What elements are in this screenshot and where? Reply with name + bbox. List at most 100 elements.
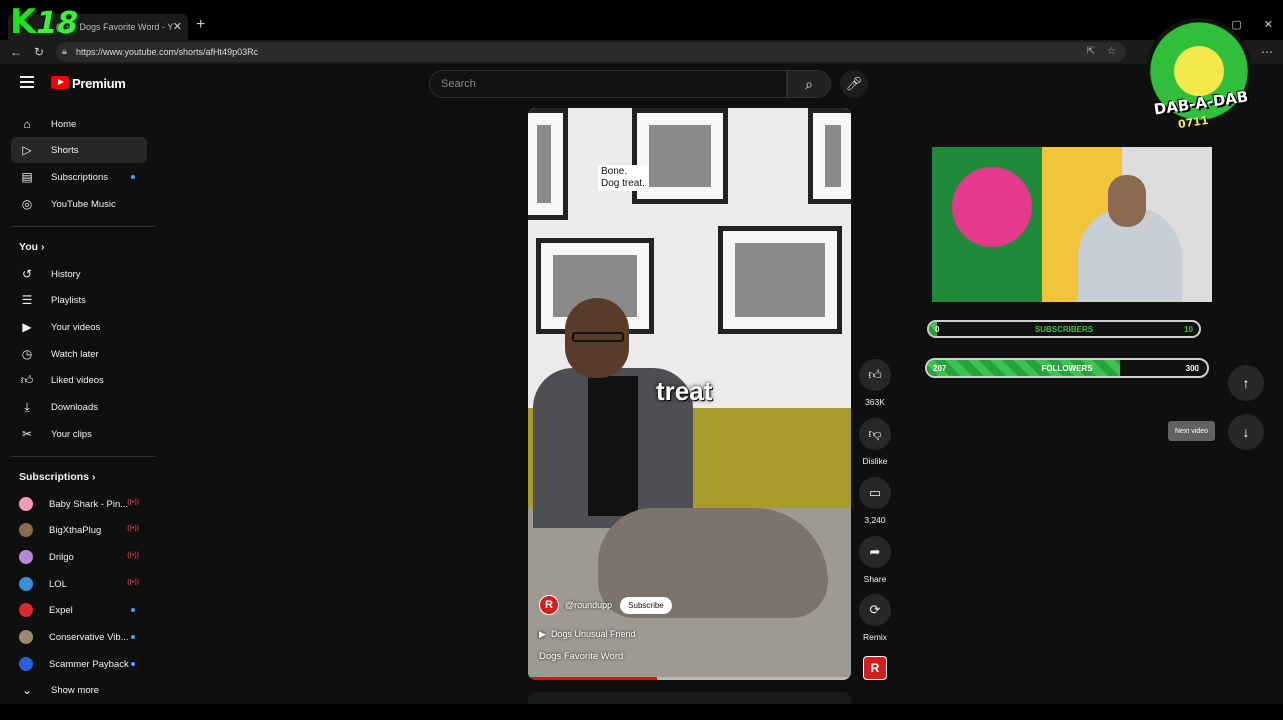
sidebar-item-playlists[interactable]: ☰ Playlists (11, 287, 147, 313)
channel-name: Expel (49, 604, 73, 616)
subscription-item[interactable]: LOL ((•)) (11, 571, 147, 597)
sidebar-item-watch-later[interactable]: ◷ Watch later (11, 341, 147, 367)
new-tab-icon[interactable]: + (196, 16, 205, 34)
share-label: Share (863, 574, 887, 584)
back-icon[interactable]: ← (9, 45, 23, 59)
like-count: 363K (865, 397, 885, 407)
video-caption-big: treat (656, 376, 713, 406)
youtube-header: Premium Search ⌕ 🎤︎ (0, 64, 1283, 104)
sidebar-item-your-videos[interactable]: ▶ Your videos (11, 314, 147, 340)
open-in-app-icon[interactable]: ⇱ (1087, 46, 1095, 57)
sidebar-item-downloads[interactable]: ⤓ Downloads (11, 394, 147, 420)
remix-button[interactable]: ⟳ (859, 594, 891, 626)
more-options-icon[interactable]: ⋯ (1261, 45, 1273, 59)
youtube-logo-icon[interactable] (51, 76, 69, 89)
previous-video-button[interactable]: ↑ (1228, 365, 1264, 401)
subscription-item[interactable]: Scammer Payback (11, 651, 147, 677)
your-videos-icon: ▶ (22, 320, 32, 334)
comments-button[interactable]: ▭ (859, 477, 891, 509)
wall-frame (528, 108, 568, 220)
next-video-button[interactable]: ↓ (1228, 414, 1264, 450)
sidebar-divider (11, 456, 155, 457)
sidebar-item-subscriptions[interactable]: ▤ Subscriptions (11, 164, 147, 190)
sidebar-item-label: History (51, 268, 81, 280)
sidebar-item-home[interactable]: ⌂ Home (11, 111, 147, 137)
k18-overlay-logo: K18 (10, 4, 78, 42)
sidebar: ⌂ Home ▷ Shorts ▤ Subscriptions ◎ YouTub… (0, 104, 160, 704)
video-progress-bar[interactable] (528, 677, 851, 680)
sidebar-item-youtube-music[interactable]: ◎ YouTube Music (11, 191, 147, 217)
followers-goal: 300 (1185, 363, 1199, 373)
new-content-dot (131, 175, 135, 179)
channel-avatar (19, 657, 33, 671)
share-action[interactable]: ➦ Share (858, 536, 892, 584)
sidebar-item-history[interactable]: ↺ History (11, 261, 147, 287)
search-input[interactable]: Search (429, 70, 787, 98)
subscription-item[interactable]: Conservative Vib... (11, 624, 147, 650)
remix-label: Remix (862, 632, 888, 642)
subscribe-button[interactable]: Subscribe (620, 596, 672, 614)
streamer-webcam (931, 146, 1213, 303)
liked-videos-icon: 👍︎ (20, 372, 34, 387)
subscription-item[interactable]: BigXthaPlug ((•)) (11, 517, 147, 543)
thumbs-down-icon: 👎︎ (868, 426, 882, 441)
shorts-icon: ▷ (22, 143, 32, 157)
live-icon: ((•)) (127, 552, 139, 559)
reload-icon[interactable]: ↻ (32, 45, 46, 59)
sidebar-item-label: Home (51, 118, 77, 130)
sidebar-item-label: Watch later (51, 348, 99, 360)
k18-number: 18 (36, 6, 79, 41)
subscription-item[interactable]: Expel (11, 597, 147, 623)
channel-avatar (19, 577, 33, 591)
comments-action[interactable]: ▭ 3,240 (858, 477, 892, 525)
history-icon: ↺ (21, 267, 33, 281)
address-bar-row: ← ↻ 🔒︎ https://www.youtube.com/shorts/af… (0, 40, 1283, 64)
voice-search-button[interactable]: 🎤︎ (840, 70, 868, 98)
channel-avatar (19, 550, 33, 564)
video-person-shirt (588, 376, 638, 516)
close-tab-icon[interactable]: ✕ (173, 20, 182, 33)
channel-handle[interactable]: @roundupp (565, 600, 612, 610)
sidebar-item-shorts[interactable]: ▷ Shorts (11, 137, 147, 163)
video-progress-fill (528, 677, 658, 680)
subscription-item[interactable]: Baby Shark - Pin... ((•)) (11, 491, 147, 517)
sidebar-item-label: Your clips (51, 428, 92, 440)
sidebar-item-label: Subscriptions (51, 171, 109, 183)
sidebar-item-label: Playlists (51, 294, 86, 306)
share-button[interactable]: ➦ (859, 536, 891, 568)
wall-frame (808, 108, 851, 204)
bottom-letterbox (0, 704, 1283, 720)
like-button[interactable]: 👍︎ (859, 359, 891, 391)
like-action[interactable]: 👍︎ 363K (858, 359, 892, 407)
channel-name: Drilgo (49, 551, 74, 563)
show-more-button[interactable]: ⌄ Show more (11, 677, 147, 703)
short-video-player[interactable]: Bone. Dog treat. treat R @roundupp Subsc… (528, 108, 851, 680)
show-more-label: Show more (51, 684, 100, 696)
channel-avatar[interactable]: R (539, 595, 559, 615)
subscription-item[interactable]: Drilgo ((•)) (11, 544, 147, 570)
dislike-button[interactable]: 👎︎ (859, 418, 891, 450)
sidebar-item-label: Liked videos (51, 374, 104, 386)
address-bar[interactable]: 🔒︎ https://www.youtube.com/shorts/afHt49… (56, 42, 1126, 62)
clips-icon: ✂ (21, 427, 33, 441)
bookmark-star-icon[interactable]: ☆ (1107, 46, 1116, 57)
sidebar-section-subscriptions[interactable]: Subscriptions › (19, 471, 95, 483)
sidebar-item-liked-videos[interactable]: 👍︎ Liked videos (11, 367, 147, 393)
brand-label[interactable]: Premium (72, 76, 126, 91)
arrow-down-icon: ↓ (1242, 424, 1250, 440)
sidebar-item-your-clips[interactable]: ✂ Your clips (11, 421, 147, 447)
close-window-icon[interactable]: ✕ (1264, 18, 1273, 31)
share-icon: ➦ (869, 544, 881, 559)
channel-name: LOL (49, 578, 67, 590)
hamburger-menu-icon[interactable] (20, 76, 34, 88)
search-button[interactable]: ⌕ (787, 70, 831, 98)
watch-later-icon: ◷ (21, 347, 33, 361)
dislike-label: Dislike (862, 456, 888, 466)
k18-letter: K (10, 2, 37, 42)
remix-action[interactable]: ⟳ Remix (858, 594, 892, 642)
sound-source-badge[interactable]: R (863, 656, 887, 680)
playlist-link[interactable]: ▶ Dogs Unusual Friend (539, 629, 635, 640)
sidebar-section-you[interactable]: You › (19, 241, 44, 253)
video-title[interactable]: Dogs Favorite Word (539, 651, 623, 662)
dislike-action[interactable]: 👎︎ Dislike (858, 418, 892, 466)
